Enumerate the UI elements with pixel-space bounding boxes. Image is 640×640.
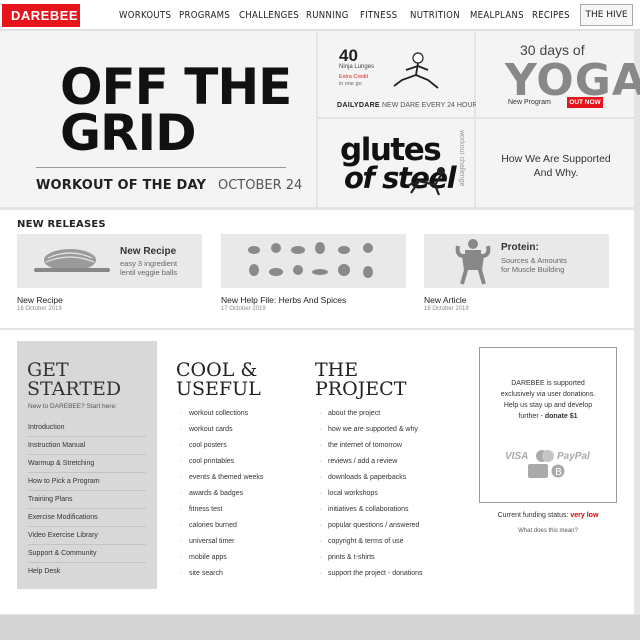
nav-fitness[interactable]: FITNESS (360, 10, 397, 21)
get-started-link[interactable]: How to Pick a Program (28, 478, 146, 491)
what-does-this-mean-link[interactable]: What does this mean? (479, 528, 617, 534)
release-title[interactable]: New Article (424, 295, 467, 305)
cool-link[interactable]: events & themed weeks (180, 474, 263, 481)
get-started-link[interactable]: Introduction (28, 424, 146, 437)
bodybuilder-icon (455, 239, 491, 285)
project-link[interactable]: how we are supported & why (319, 426, 418, 433)
bitcoin-icon: B (551, 464, 565, 478)
nav-running[interactable]: RUNNING (306, 10, 349, 21)
cool-link[interactable]: workout collections (180, 410, 248, 417)
darebee-logo[interactable]: DAREBEE (2, 4, 80, 27)
cool-link[interactable]: fitness test (180, 506, 223, 513)
dare-credit-note: in one go (339, 81, 362, 87)
footer-bar (0, 615, 640, 640)
dare-exercise: Ninja Lunges (339, 64, 375, 70)
cool-link[interactable]: workout cards (180, 426, 232, 433)
the-project-title: THE PROJECT (315, 359, 407, 400)
cool-link[interactable]: calories burned (180, 522, 237, 529)
lunge-figure-icon (393, 52, 439, 89)
get-started-link[interactable]: Training Plans (28, 496, 146, 509)
cool-link[interactable]: universal timer (180, 538, 234, 545)
get-started-link[interactable]: Instruction Manual (28, 442, 146, 455)
project-link[interactable]: prints & t-shirts (319, 554, 375, 561)
bridge-figure-icon (408, 167, 445, 196)
project-link[interactable]: about the project (319, 410, 380, 417)
donate-link[interactable]: donate $1 (545, 413, 578, 420)
project-link[interactable]: reviews / add a review (319, 458, 397, 465)
new-releases-heading: NEW RELEASES (17, 219, 106, 230)
get-started-link[interactable]: Exercise Modifications (28, 514, 146, 527)
dare-tagline: NEW DARE EVERY 24 HOURS (382, 102, 483, 109)
cool-link[interactable]: awards & badges (180, 490, 243, 497)
project-link[interactable]: downloads & paperbacks (319, 474, 406, 481)
supported-text: How We Are Supported And Why. (501, 153, 611, 179)
nav-recipes[interactable]: RECIPES (532, 10, 570, 21)
cool-link[interactable]: site search (180, 570, 223, 577)
get-started-link[interactable]: Help Desk (28, 568, 146, 580)
paypal-icon: PayPal (557, 451, 590, 462)
yoga-new-program: New Program (508, 99, 551, 106)
nav-challenges[interactable]: CHALLENGES (239, 10, 299, 21)
project-link[interactable]: copyright & terms of use (319, 538, 404, 545)
nav-workouts[interactable]: WORKOUTS (119, 10, 171, 21)
divider (36, 167, 286, 168)
pasta-bowl-icon (34, 249, 110, 272)
get-started-link[interactable]: Video Exercise Library (28, 532, 146, 545)
release-date: 16 October 2019 (17, 306, 62, 312)
release-title[interactable]: New Recipe (17, 295, 63, 305)
protein-img-sub: Sources & Amounts for Muscle Building (501, 256, 567, 274)
cool-link[interactable]: cool posters (180, 442, 227, 449)
cool-link[interactable]: mobile apps (180, 554, 227, 561)
dare-extra-credit: Extra Credit (339, 74, 369, 80)
get-started-title: GET STARTED (27, 359, 122, 400)
get-started-link[interactable]: Support & Community (28, 550, 146, 563)
top-nav: DAREBEE WORKOUTS PROGRAMS CHALLENGES RUN… (0, 0, 640, 30)
glutes-side-label: workout challenge (458, 130, 465, 187)
cool-link[interactable]: cool printables (180, 458, 234, 465)
svg-text:B: B (555, 467, 562, 478)
nav-programs[interactable]: PROGRAMS (179, 10, 230, 21)
project-link[interactable]: initiatives & collaborations (319, 506, 408, 513)
donation-box (479, 347, 617, 503)
nav-mealplans[interactable]: MEALPLANS (470, 10, 524, 21)
recipe-img-heading: New Recipe (120, 246, 177, 257)
get-started-subtitle: New to DAREBEE? Start here: (28, 403, 117, 410)
get-started-link[interactable]: Warmup & Stretching (28, 460, 146, 473)
dailydare-label: DAILYDARE (337, 102, 380, 109)
out-now-badge: OUT NOW (567, 97, 603, 108)
recipe-img-sub: easy 3 ingredient lentil veggie balls (120, 259, 178, 277)
donation-text: DAREBEE is supported exclusively via use… (500, 380, 596, 420)
wod-label: WORKOUT OF THE DAY (36, 178, 207, 193)
visa-icon: VISA (505, 451, 529, 462)
herbs-icons (248, 242, 373, 278)
project-link[interactable]: local workshops (319, 490, 378, 497)
project-link[interactable]: the internet of tomorrow (319, 442, 402, 449)
apple-pay-icon (528, 464, 548, 478)
dare-count: 40 (339, 46, 358, 65)
protein-img-heading: Protein: (501, 242, 539, 253)
funding-status: Current funding status: very low (497, 512, 599, 519)
wod-date: OCTOBER 24 (218, 178, 303, 193)
release-date: 16 October 2019 (424, 306, 469, 312)
release-title[interactable]: New Help File: Herbs And Spices (221, 295, 346, 305)
mastercard-icon (536, 450, 554, 462)
the-hive-button[interactable]: THE HIVE (580, 4, 633, 26)
project-link[interactable]: popular questions / answered (319, 522, 419, 529)
release-date: 17 October 2019 (221, 306, 266, 312)
hero-title: OFF THE GRID (60, 58, 292, 162)
nav-nutrition[interactable]: NUTRITION (410, 10, 460, 21)
funding-status-value: very low (570, 512, 599, 519)
cool-useful-title: COOL & USEFUL (176, 359, 261, 400)
project-link[interactable]: support the project - donations (319, 570, 423, 577)
